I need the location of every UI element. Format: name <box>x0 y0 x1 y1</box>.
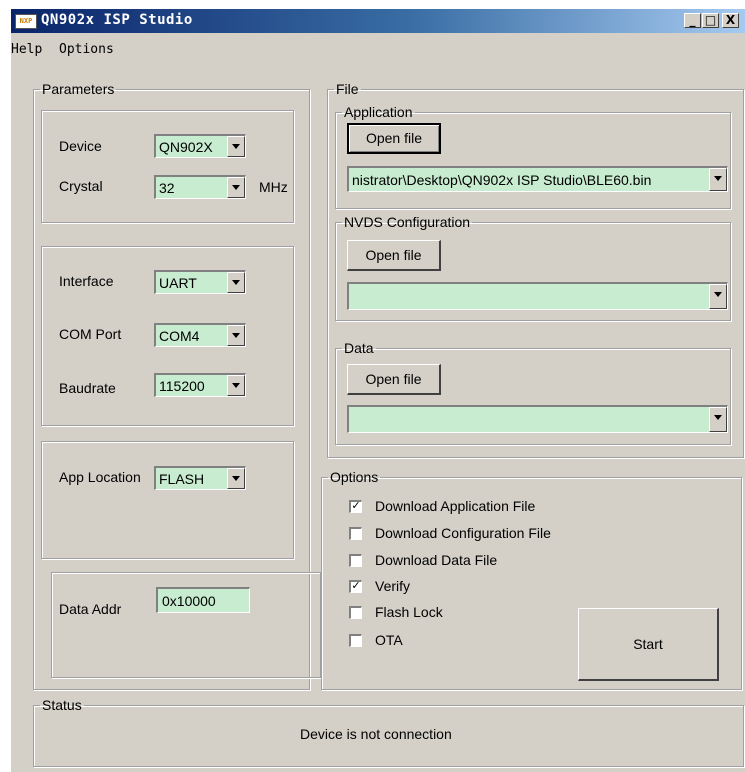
chevron-down-icon[interactable] <box>227 177 245 198</box>
nvds-legend: NVDS Configuration <box>344 214 471 230</box>
flash-lock-label: Flash Lock <box>375 604 443 620</box>
crystal-label: Crystal <box>59 178 103 194</box>
application-path-value: nistrator\Desktop\QN902x ISP Studio\BLE6… <box>352 172 652 188</box>
chevron-down-icon[interactable] <box>227 375 245 396</box>
app-location-label: App Location <box>59 469 141 485</box>
chevron-down-icon[interactable] <box>709 407 727 432</box>
chevron-down-icon[interactable] <box>709 284 727 309</box>
com-port-select[interactable]: COM4 <box>154 323 246 347</box>
app-location-select[interactable]: FLASH <box>154 466 246 490</box>
status-legend: Status <box>42 697 82 713</box>
interface-select[interactable]: UART <box>154 270 246 294</box>
application-open-file-button[interactable]: Open file <box>347 123 441 154</box>
chevron-down-icon[interactable] <box>227 272 245 293</box>
download-data-label: Download Data File <box>375 552 498 568</box>
baudrate-value: 115200 <box>159 378 205 394</box>
app-logo-icon: NXP <box>15 14 37 29</box>
verify-checkbox[interactable]: ✓ <box>349 580 362 593</box>
data-legend: Data <box>344 340 374 356</box>
data-path-select[interactable] <box>347 405 728 433</box>
close-button[interactable]: X <box>722 13 739 28</box>
crystal-unit: MHz <box>259 179 288 195</box>
crystal-select[interactable]: 32 <box>154 175 246 199</box>
download-configuration-checkbox[interactable] <box>349 527 362 540</box>
com-port-value: COM4 <box>159 328 200 344</box>
chevron-down-icon[interactable] <box>227 136 245 157</box>
download-application-checkbox[interactable]: ✓ <box>349 500 362 513</box>
download-application-label: Download Application File <box>375 498 536 514</box>
menu-help[interactable]: Help <box>11 42 42 57</box>
device-value: QN902X <box>159 139 213 155</box>
data-addr-input[interactable]: 0x10000 <box>156 587 250 613</box>
com-port-label: COM Port <box>59 326 122 342</box>
application-group: Application <box>335 105 731 209</box>
device-crystal-box <box>41 110 294 223</box>
app-location-box <box>41 441 294 559</box>
verify-label: Verify <box>375 578 411 594</box>
app-window: NXP QN902x ISP Studio _ □ X Help Options… <box>10 8 745 772</box>
nvds-open-file-button[interactable]: Open file <box>347 240 441 271</box>
application-legend: Application <box>344 104 413 120</box>
status-message: Device is not connection <box>300 726 452 742</box>
ota-label: OTA <box>375 632 403 648</box>
window-title: QN902x ISP Studio <box>41 12 193 28</box>
start-button[interactable]: Start <box>578 608 719 681</box>
chevron-down-icon[interactable] <box>227 325 245 346</box>
application-path-select[interactable]: nistrator\Desktop\QN902x ISP Studio\BLE6… <box>347 166 728 192</box>
data-addr-label: Data Addr <box>59 601 122 617</box>
interface-label: Interface <box>59 273 114 289</box>
device-label: Device <box>59 138 102 154</box>
app-location-value: FLASH <box>159 471 205 487</box>
download-data-checkbox[interactable] <box>349 554 362 567</box>
flash-lock-checkbox[interactable] <box>349 606 362 619</box>
nvds-path-select[interactable] <box>347 282 728 310</box>
minimize-button[interactable]: _ <box>684 13 701 28</box>
chevron-down-icon[interactable] <box>709 168 727 191</box>
menu-options[interactable]: Options <box>59 42 114 57</box>
baudrate-label: Baudrate <box>59 380 116 396</box>
chevron-down-icon[interactable] <box>227 468 245 489</box>
interface-value: UART <box>159 275 197 291</box>
parameters-legend: Parameters <box>42 81 115 97</box>
file-legend: File <box>336 81 359 97</box>
device-select[interactable]: QN902X <box>154 134 246 158</box>
data-open-file-button[interactable]: Open file <box>347 364 441 395</box>
data-addr-value: 0x10000 <box>162 593 216 609</box>
options-legend: Options <box>330 469 379 485</box>
download-configuration-label: Download Configuration File <box>375 525 551 541</box>
baudrate-select[interactable]: 115200 <box>154 373 246 397</box>
ota-checkbox[interactable] <box>349 634 362 647</box>
crystal-value: 32 <box>159 180 175 196</box>
maximize-button[interactable]: □ <box>702 13 719 28</box>
title-bar[interactable]: NXP QN902x ISP Studio _ □ X <box>11 9 745 33</box>
